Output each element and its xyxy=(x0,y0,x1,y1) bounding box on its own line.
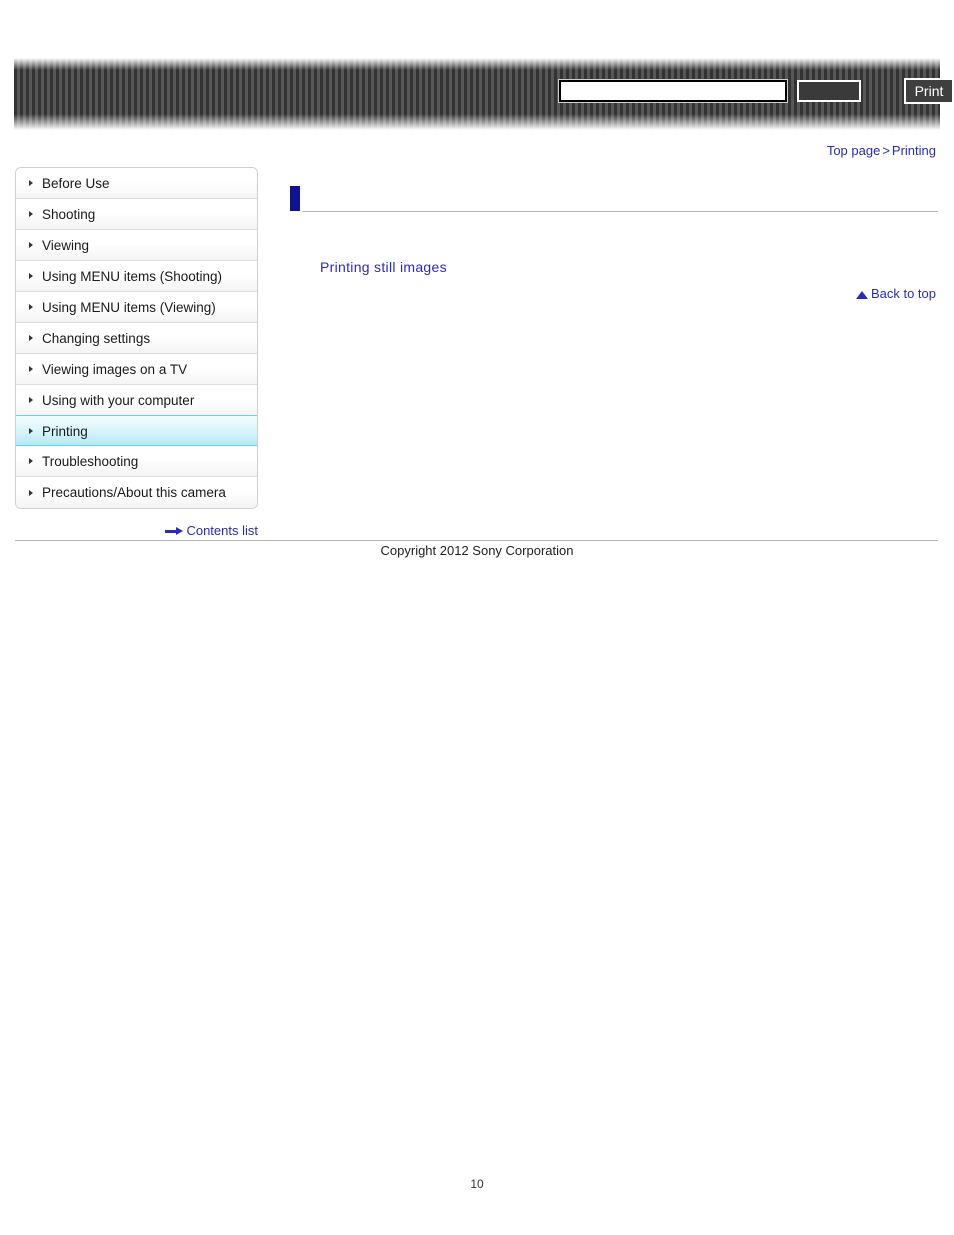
sidebar-item-label: Changing settings xyxy=(42,331,151,346)
contents-list-link[interactable]: Contents list xyxy=(165,523,258,538)
contents-list-row: Contents list xyxy=(15,523,258,538)
print-button[interactable]: Print xyxy=(904,78,954,104)
sidebar-item-using-with-your-computer[interactable]: Using with your computer xyxy=(16,385,257,416)
breadcrumb-top-page-link[interactable]: Top page xyxy=(827,143,881,158)
search-input[interactable] xyxy=(559,80,787,102)
back-to-top-link[interactable]: Back to top xyxy=(855,286,936,301)
sidebar-item-troubleshooting[interactable]: Troubleshooting xyxy=(16,446,257,477)
copyright-text: Copyright 2012 Sony Corporation xyxy=(380,543,574,558)
breadcrumb-current-link[interactable]: Printing xyxy=(892,143,936,158)
triangle-right-icon xyxy=(29,242,33,248)
triangle-right-icon xyxy=(29,180,33,186)
sidebar-item-viewing-images-on-a-tv[interactable]: Viewing images on a TV xyxy=(16,354,257,385)
section-header xyxy=(290,186,938,214)
arrow-right-icon xyxy=(165,527,184,536)
sidebar-item-label: Troubleshooting xyxy=(42,454,139,469)
sidebar-item-label: Printing xyxy=(42,424,88,439)
triangle-up-icon xyxy=(855,291,868,299)
triangle-right-icon xyxy=(29,273,33,279)
header-banner: Search Print xyxy=(14,58,954,130)
back-to-top-row: Back to top xyxy=(855,286,936,301)
breadcrumb: Top page > Printing xyxy=(827,143,936,158)
sidebar-item-changing-settings[interactable]: Changing settings xyxy=(16,323,257,354)
sidebar-item-precautions-about-this-camera[interactable]: Precautions/About this camera xyxy=(16,477,257,508)
section-marker-bar xyxy=(290,186,300,211)
header-controls: Search Print xyxy=(14,58,954,130)
section-divider xyxy=(302,211,938,212)
triangle-right-icon xyxy=(29,427,33,434)
sidebar-navigation: Before Use Shooting Viewing Using MENU i… xyxy=(15,167,258,509)
triangle-right-icon xyxy=(29,458,33,464)
sidebar-item-label: Viewing xyxy=(42,238,90,253)
contents-list-label: Contents list xyxy=(186,523,258,538)
back-to-top-label: Back to top xyxy=(870,286,936,301)
sidebar-item-viewing[interactable]: Viewing xyxy=(16,230,257,261)
sidebar-item-label: Precautions/About this camera xyxy=(42,485,226,500)
triangle-right-icon xyxy=(29,211,33,217)
triangle-right-icon xyxy=(29,489,33,496)
triangle-right-icon xyxy=(29,335,33,341)
sidebar-item-label: Before Use xyxy=(42,176,110,191)
breadcrumb-separator: > xyxy=(882,143,890,158)
sidebar-item-label: Using with your computer xyxy=(42,393,195,408)
sidebar-item-label: Viewing images on a TV xyxy=(42,362,188,377)
search-button[interactable]: Search xyxy=(797,80,861,102)
triangle-right-icon xyxy=(29,366,33,372)
sidebar-item-before-use[interactable]: Before Use xyxy=(16,168,257,199)
link-printing-still-images[interactable]: Printing still images xyxy=(320,259,447,275)
sidebar-item-using-menu-items-shooting[interactable]: Using MENU items (Shooting) xyxy=(16,261,257,292)
triangle-right-icon xyxy=(29,304,33,310)
triangle-right-icon xyxy=(29,397,33,403)
sidebar-item-label: Using MENU items (Viewing) xyxy=(42,300,216,315)
content-link-row: Printing still images xyxy=(320,259,447,275)
sidebar-item-using-menu-items-viewing[interactable]: Using MENU items (Viewing) xyxy=(16,292,257,323)
footer-divider xyxy=(15,540,938,541)
sidebar-item-label: Using MENU items (Shooting) xyxy=(42,269,223,284)
page-number: 10 xyxy=(470,1177,484,1191)
sidebar-item-label: Shooting xyxy=(42,207,96,222)
sidebar-item-printing[interactable]: Printing xyxy=(16,415,257,446)
sidebar-item-shooting[interactable]: Shooting xyxy=(16,199,257,230)
